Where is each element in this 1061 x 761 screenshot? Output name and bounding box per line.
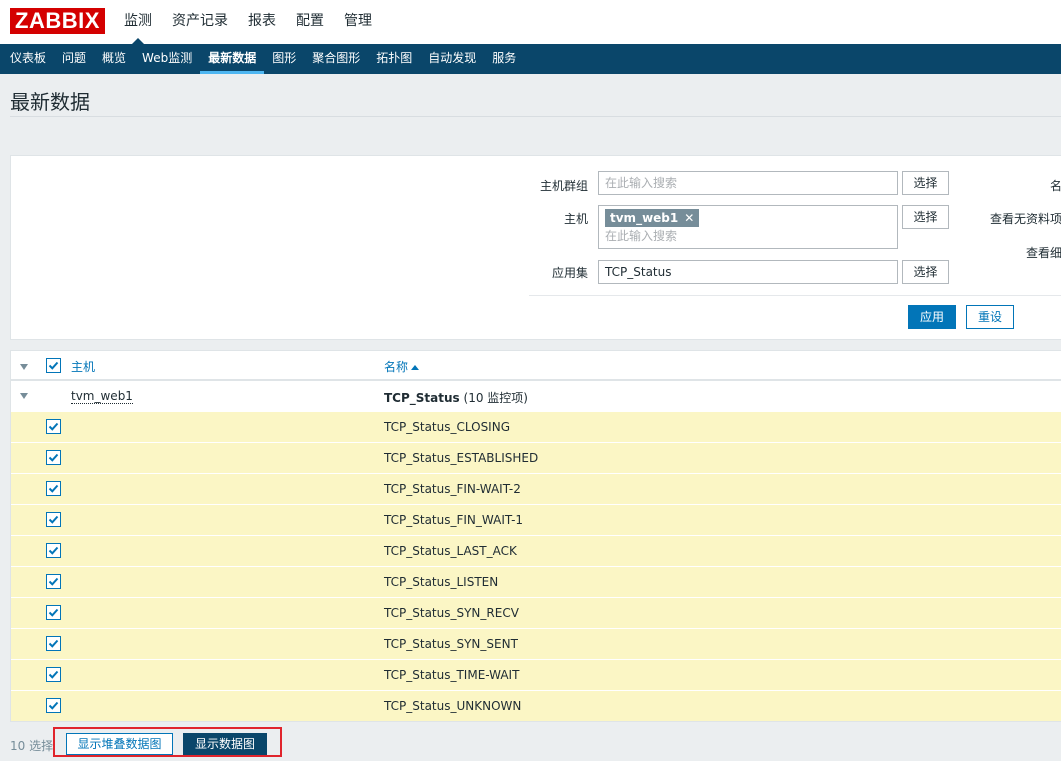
host-name-link[interactable]: tvm_web1 [71,389,133,404]
row-checkbox[interactable] [46,481,61,496]
table-row: TCP_Status_LISTEN [11,566,1061,597]
host-select-button[interactable]: 选择 [902,205,949,229]
item-name[interactable]: TCP_Status_TIME-WAIT [384,668,519,682]
item-name[interactable]: TCP_Status_CLOSING [384,420,510,434]
item-name[interactable]: TCP_Status_ESTABLISHED [384,451,538,465]
item-name[interactable]: TCP_Status_LAST_ACK [384,544,517,558]
main-nav-inventory[interactable]: 资产记录 [162,0,238,44]
app-input[interactable]: TCP_Status [598,260,898,284]
sub-nav-services[interactable]: 服务 [484,44,524,74]
item-name[interactable]: TCP_Status_FIN-WAIT-2 [384,482,521,496]
table-row: TCP_Status_UNKNOWN [11,690,1061,721]
show-details-label: 查看细 [1025,246,1061,260]
table-row: TCP_Status_ESTABLISHED [11,442,1061,473]
host-group-select-button[interactable]: 选择 [902,171,949,195]
reset-button[interactable]: 重设 [966,305,1014,329]
sub-nav-dashboard[interactable]: 仪表板 [2,44,54,74]
row-checkbox[interactable] [46,419,61,434]
host-multiselect[interactable]: tvm_web1 ✕ 在此输入搜索 [598,205,898,249]
table-row: TCP_Status_CLOSING [11,411,1061,442]
sub-nav-latest-data[interactable]: 最新数据 [200,44,265,74]
show-stacked-graph-button[interactable]: 显示堆叠数据图 [66,733,173,755]
item-name[interactable]: TCP_Status_SYN_RECV [384,606,519,620]
page-title: 最新数据 [10,90,90,114]
main-nav-reports[interactable]: 报表 [238,0,286,44]
main-nav-monitoring[interactable]: 监测 [114,0,162,44]
show-no-data-label: 查看无资料项 [989,212,1061,226]
host-chip: tvm_web1 ✕ [605,209,700,227]
table-row: TCP_Status_TIME-WAIT [11,659,1061,690]
app-label: 应用集 [551,266,588,280]
apply-button[interactable]: 应用 [908,305,956,329]
table-row: TCP_Status_SYN_SENT [11,628,1061,659]
host-group-row: tvm_web1 TCP_Status (10 监控项) [11,381,1061,411]
row-checkbox[interactable] [46,512,61,527]
app-select-button[interactable]: 选择 [902,260,949,284]
latest-data-table: 主机 名称 tvm_web1 TCP_Status (10 监控项) TCP_S… [10,350,1061,722]
filter-divider [529,295,1061,296]
item-name[interactable]: TCP_Status_UNKNOWN [384,699,521,713]
table-row: TCP_Status_FIN-WAIT-2 [11,473,1061,504]
sub-nav-overview[interactable]: 概览 [94,44,134,74]
sub-nav-screens[interactable]: 聚合图形 [304,44,368,74]
host-group-placeholder: 在此输入搜索 [605,176,678,190]
host-group-label: 主机群组 [539,179,588,193]
sub-nav: 仪表板 问题 概览 Web监测 最新数据 图形 聚合图形 拓扑图 自动发现 服务 [0,44,1061,74]
sub-nav-problems[interactable]: 问题 [54,44,94,74]
item-name[interactable]: TCP_Status_FIN_WAIT-1 [384,513,523,527]
table-header: 主机 名称 [11,351,1061,381]
sub-nav-maps[interactable]: 拓扑图 [368,44,420,74]
col-name-label: 名称 [384,360,409,374]
col-host-header[interactable]: 主机 [71,358,95,375]
host-label: 主机 [563,212,588,226]
sub-nav-web[interactable]: Web监测 [134,44,200,74]
top-bar: ZABBIX 监测 资产记录 报表 配置 管理 [0,0,1061,44]
filter-panel: 主机群组 在此输入搜索 选择 主机 tvm_web1 ✕ 在此输入搜索 选择 应用… [10,155,1061,340]
item-name[interactable]: TCP_Status_SYN_SENT [384,637,518,651]
name-label: 名 [1049,179,1061,193]
table-row: TCP_Status_SYN_RECV [11,597,1061,628]
selected-count: 10 选择 [10,739,54,753]
row-checkbox[interactable] [46,698,61,713]
main-nav-administration[interactable]: 管理 [334,0,382,44]
item-name[interactable]: TCP_Status_LISTEN [384,575,498,589]
table-row: TCP_Status_LAST_ACK [11,535,1061,566]
row-checkbox[interactable] [46,667,61,682]
row-checkbox[interactable] [46,574,61,589]
collapse-all-icon[interactable] [20,364,28,370]
row-checkbox[interactable] [46,636,61,651]
row-checkbox[interactable] [46,450,61,465]
app-count: (10 监控项) [463,391,528,405]
zabbix-logo[interactable]: ZABBIX [10,8,105,34]
host-placeholder: 在此输入搜索 [605,229,678,243]
host-chip-label: tvm_web1 [610,211,679,225]
remove-chip-icon[interactable]: ✕ [684,211,694,225]
col-name-header[interactable]: 名称 [384,358,420,375]
collapse-host-icon[interactable] [20,393,28,399]
main-nav-configuration[interactable]: 配置 [286,0,334,44]
host-group-input[interactable]: 在此输入搜索 [598,171,898,195]
sort-asc-icon [411,365,420,370]
app-name-label: TCP_Status [384,391,460,405]
show-graph-button[interactable]: 显示数据图 [183,733,267,755]
sub-nav-graphs[interactable]: 图形 [264,44,304,74]
row-checkbox[interactable] [46,605,61,620]
select-all-checkbox[interactable] [46,358,61,373]
table-row: TCP_Status_FIN_WAIT-1 [11,504,1061,535]
sub-nav-discovery[interactable]: 自动发现 [420,44,484,74]
row-checkbox[interactable] [46,543,61,558]
main-nav: 监测 资产记录 报表 配置 管理 [114,0,382,44]
title-divider [10,116,1061,117]
app-name: TCP_Status (10 监控项) [384,389,528,406]
